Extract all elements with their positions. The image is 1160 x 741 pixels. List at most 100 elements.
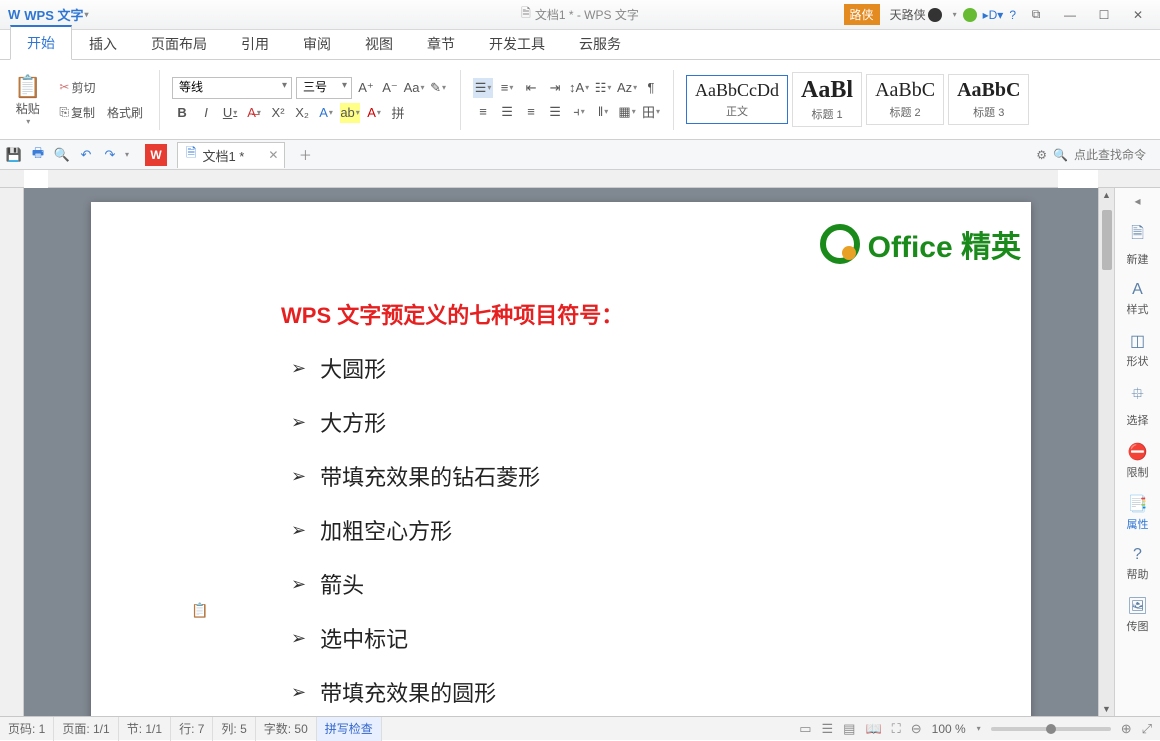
italic-button[interactable]: I: [196, 103, 216, 123]
zoom-dropdown[interactable]: ▾: [977, 724, 981, 733]
align-left-button[interactable]: ≡: [473, 102, 493, 122]
phonetic-guide-button[interactable]: 拼: [388, 103, 408, 123]
style-normal[interactable]: AaBbCcDd正文: [686, 75, 788, 124]
font-color-button[interactable]: A: [364, 103, 384, 123]
subscript-button[interactable]: X₂: [292, 103, 312, 123]
tab-section[interactable]: 章节: [410, 27, 472, 60]
status-line[interactable]: 行: 7: [171, 717, 213, 741]
wps-home-icon[interactable]: W: [145, 144, 167, 166]
distribute-button[interactable]: ⫞: [569, 102, 589, 122]
paste-options-icon[interactable]: 📋: [191, 602, 208, 619]
status-page-number[interactable]: 页码: 1: [0, 717, 54, 741]
service-icon-2[interactable]: ▸D▾: [983, 8, 1004, 22]
numbering-button[interactable]: ≡: [497, 78, 517, 98]
cut-button[interactable]: ✂剪切: [55, 77, 147, 98]
panel-new[interactable]: 🗎新建: [1127, 222, 1149, 267]
print-button[interactable]: 🖶: [28, 145, 48, 165]
tab-dev-tools[interactable]: 开发工具: [472, 27, 562, 60]
grow-font-button[interactable]: A⁺: [356, 78, 376, 98]
highlight-button[interactable]: ab: [340, 103, 360, 123]
bold-button[interactable]: B: [172, 103, 192, 123]
underline-button[interactable]: U: [220, 103, 240, 123]
bullets-button[interactable]: ☰: [473, 78, 493, 98]
panel-properties[interactable]: 📑属性: [1127, 494, 1149, 532]
panel-shapes[interactable]: ◫形状: [1127, 331, 1149, 369]
shrink-font-button[interactable]: A⁻: [380, 78, 400, 98]
tab-cloud[interactable]: 云服务: [562, 27, 638, 60]
scroll-up-arrow[interactable]: ▲: [1102, 190, 1111, 200]
user-badge-1[interactable]: 路侠: [844, 4, 880, 25]
align-right-button[interactable]: ≡: [521, 102, 541, 122]
tab-page-layout[interactable]: 页面布局: [134, 27, 224, 60]
maximize-button[interactable]: ☐: [1090, 5, 1118, 25]
user-badge-2[interactable]: 天路侠: [886, 4, 946, 25]
close-tab-button[interactable]: ✕: [268, 148, 278, 162]
zoom-out-button[interactable]: ⊖: [911, 721, 922, 737]
tab-start[interactable]: 开始: [10, 25, 72, 60]
zoom-slider[interactable]: [991, 727, 1111, 731]
collapse-panel-button[interactable]: ◂: [1115, 194, 1160, 208]
font-size-select[interactable]: 三号: [296, 77, 352, 99]
text-effects-button[interactable]: A: [316, 103, 336, 123]
tab-view[interactable]: 视图: [348, 27, 410, 60]
view-read-button[interactable]: 📖: [865, 721, 881, 737]
scroll-thumb[interactable]: [1102, 210, 1112, 270]
help-icon[interactable]: ?: [1009, 8, 1016, 22]
search-hint[interactable]: 点此查找命令: [1074, 146, 1146, 163]
horizontal-ruler[interactable]: [48, 170, 1058, 188]
justify-button[interactable]: ☰: [545, 102, 565, 122]
line-spacing-button[interactable]: ☷: [593, 78, 613, 98]
format-painter-button[interactable]: 格式刷: [103, 102, 147, 123]
user-dropdown[interactable]: ▾: [953, 10, 957, 19]
document-canvas[interactable]: Office 精英 WPS 文字预定义的七种项目符号： 大圆形 大方形 带填充效…: [24, 188, 1098, 716]
spacing-button[interactable]: ‖: [593, 102, 613, 122]
style-heading2[interactable]: AaBbC标题 2: [866, 74, 944, 125]
search-icon[interactable]: 🔍: [1053, 148, 1068, 162]
panel-help[interactable]: ?帮助: [1127, 546, 1149, 582]
status-page[interactable]: 页面: 1/1: [54, 717, 118, 741]
service-icon-1[interactable]: [963, 8, 977, 22]
panel-restrict[interactable]: ⛔限制: [1127, 442, 1149, 480]
status-spellcheck[interactable]: 拼写检查: [317, 717, 382, 741]
vertical-ruler[interactable]: [0, 188, 24, 716]
text-direction-button[interactable]: ↕A: [569, 78, 589, 98]
undo-button[interactable]: ↶: [76, 145, 96, 165]
panel-select[interactable]: ⯐选择: [1127, 383, 1149, 428]
tab-review[interactable]: 审阅: [286, 27, 348, 60]
scroll-down-arrow[interactable]: ▼: [1102, 704, 1111, 714]
vertical-scrollbar[interactable]: ▲ ▼: [1098, 188, 1114, 716]
show-marks-button[interactable]: ¶: [641, 78, 661, 98]
tab-insert[interactable]: 插入: [72, 27, 134, 60]
view-web-button[interactable]: ▤: [843, 721, 855, 737]
tab-references[interactable]: 引用: [224, 27, 286, 60]
strikethrough-button[interactable]: A̶: [244, 103, 264, 123]
status-word-count[interactable]: 字数: 50: [256, 717, 317, 741]
copy-button[interactable]: ⎘复制: [55, 102, 99, 123]
borders-button[interactable]: 田: [641, 102, 661, 122]
clear-format-button[interactable]: ✎: [428, 78, 448, 98]
document-tab[interactable]: 🗎 文档1 * ✕: [177, 142, 285, 168]
decrease-indent-button[interactable]: ⇤: [521, 78, 541, 98]
minimize-button[interactable]: —: [1056, 5, 1084, 25]
zoom-in-button[interactable]: ⊕: [1121, 721, 1132, 737]
print-preview-button[interactable]: 🔍: [52, 145, 72, 165]
font-name-select[interactable]: 等线: [172, 77, 292, 99]
view-outline-button[interactable]: ☰: [821, 721, 833, 737]
settings-icon[interactable]: ⚙: [1036, 148, 1047, 162]
zoom-slider-knob[interactable]: [1046, 724, 1056, 734]
save-button[interactable]: 💾: [4, 145, 24, 165]
qat-customize[interactable]: ▾: [125, 150, 129, 159]
shading-button[interactable]: ▦: [617, 102, 637, 122]
fit-page-button[interactable]: ⤢: [1142, 721, 1152, 737]
new-tab-button[interactable]: ＋: [295, 145, 315, 165]
panel-upload-image[interactable]: 🖼传图: [1127, 596, 1149, 634]
view-print-layout-button[interactable]: ▭: [799, 721, 811, 737]
redo-button[interactable]: ↷: [100, 145, 120, 165]
panel-styles[interactable]: A样式: [1127, 281, 1149, 317]
status-column[interactable]: 列: 5: [213, 717, 255, 741]
zoom-level[interactable]: 100 %: [932, 722, 966, 736]
change-case-button[interactable]: Aa: [404, 78, 424, 98]
view-fullscreen-button[interactable]: ⛶: [892, 721, 901, 737]
align-center-button[interactable]: ☰: [497, 102, 517, 122]
close-button[interactable]: ✕: [1124, 5, 1152, 25]
